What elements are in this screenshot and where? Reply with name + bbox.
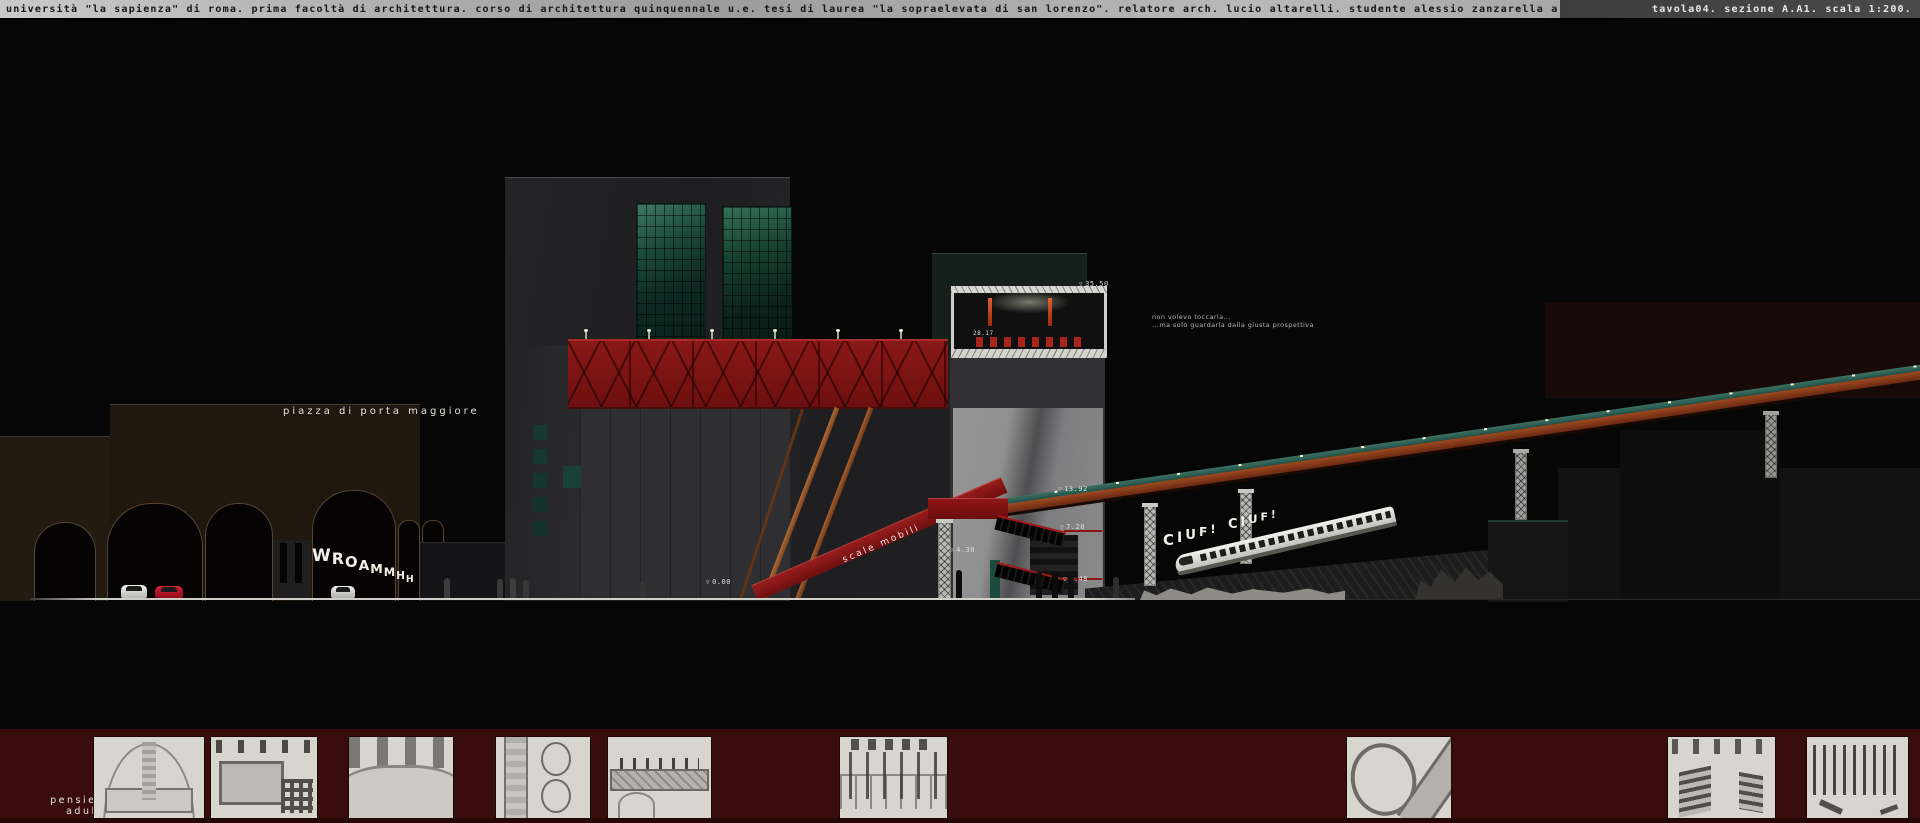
aedicule-slot xyxy=(295,543,302,583)
lamp-post xyxy=(585,331,587,339)
person-silhouette xyxy=(640,581,646,598)
level-triangle-icon: ▽ xyxy=(1079,281,1083,288)
window-green xyxy=(563,466,581,488)
person-silhouette xyxy=(1052,573,1058,598)
lamp-post xyxy=(774,331,776,339)
arch-opening xyxy=(34,522,96,601)
train-sound-text: CIUF! xyxy=(1228,517,1279,532)
person-silhouette xyxy=(1068,575,1074,598)
car xyxy=(155,586,183,598)
car xyxy=(331,586,355,598)
window-green xyxy=(533,449,547,464)
thumbnail-child-drawing-park-stairs xyxy=(1668,737,1775,818)
glass-curtain-wall xyxy=(636,203,706,347)
footer-strip: pensieri adulti xyxy=(0,729,1920,823)
seat xyxy=(976,337,983,347)
header-bar-title: università "la sapienza" di roma. prima … xyxy=(0,0,1560,20)
window-green xyxy=(533,473,547,488)
window-green xyxy=(533,521,547,536)
piazza-label: piazza di porta maggiore xyxy=(283,406,480,417)
tower-edge-highlight xyxy=(1102,500,1103,600)
aedicule-pillar xyxy=(273,540,311,600)
title-text: università "la sapienza" di roma. prima … xyxy=(6,4,1560,15)
person-silhouette xyxy=(956,570,962,598)
person-silhouette xyxy=(497,579,503,598)
window-green xyxy=(533,497,547,512)
person-silhouette xyxy=(1113,577,1119,598)
level-marker: ▽13.92 xyxy=(1058,485,1088,493)
ground-line xyxy=(30,598,1135,600)
thumbnail-child-drawing-classroom xyxy=(211,737,317,818)
arch-opening xyxy=(205,503,273,601)
thumbnail-child-drawing-arches xyxy=(349,737,453,818)
thumbnail-child-drawing-playground xyxy=(840,737,947,818)
belvedere-box: 28.17 xyxy=(951,286,1107,358)
level-triangle-icon: ▽ xyxy=(706,579,710,586)
ground-line-faint xyxy=(1345,599,1920,600)
seat xyxy=(1046,337,1053,347)
level-triangle-icon: ▽ xyxy=(1058,486,1062,493)
seat xyxy=(1004,337,1011,347)
far-buildings xyxy=(1620,430,1780,600)
red-walkway xyxy=(928,498,1008,519)
lamp-post xyxy=(837,331,839,339)
train-sound-text: CIUF! xyxy=(1163,531,1219,549)
person-silhouette xyxy=(1036,572,1042,598)
sheet-info-text: tavola04. sezione A.A1. scala 1:200. xyxy=(1652,4,1912,15)
level-marker: ▽1.48 xyxy=(1063,575,1088,583)
low-annex xyxy=(420,542,508,601)
level-triangle-icon: ▽ xyxy=(950,547,954,554)
window-green xyxy=(533,425,547,440)
viaduct-pier xyxy=(1144,506,1156,586)
lamp-post xyxy=(648,331,650,339)
glass-curtain-wall xyxy=(722,206,792,347)
level-marker: ▽0.00 xyxy=(706,578,731,586)
seat xyxy=(1018,337,1025,347)
thumbnail-child-drawing-court-plan xyxy=(496,737,590,818)
person-silhouette xyxy=(444,578,450,598)
seat xyxy=(1060,337,1067,347)
annotation-note: non volevo toccarla... ...ma solo guarda… xyxy=(1152,313,1314,329)
header-bar-sheet-info: tavola04. sezione A.A1. scala 1:200. xyxy=(1560,0,1920,20)
aedicule-slot xyxy=(280,543,287,583)
strut-red xyxy=(1048,298,1052,326)
level-marker: ▽4.30 xyxy=(950,546,975,554)
thumbnail-child-drawing-bridge xyxy=(608,737,711,818)
thumbnail-child-drawing-road-loops xyxy=(1347,737,1451,818)
level-marker: 28.17 xyxy=(973,330,994,337)
person-silhouette xyxy=(523,580,529,598)
level-triangle-icon: ▽ xyxy=(1060,524,1064,531)
thumbnail-child-drawing-theatre xyxy=(94,737,204,818)
seat xyxy=(1032,337,1039,347)
level-marker: ▽7.28 xyxy=(1060,523,1085,531)
level-marker: ▽35.50 xyxy=(1079,280,1109,288)
walkway-pier xyxy=(938,522,951,600)
red-gallery xyxy=(568,339,948,409)
presentation-board: università "la sapienza" di roma. prima … xyxy=(0,0,1920,823)
seat xyxy=(990,337,997,347)
seat xyxy=(1074,337,1081,347)
lamp-post xyxy=(711,331,713,339)
car-sound-text: WROAMMHH xyxy=(312,546,415,566)
thumbnail-child-drawing-crowd xyxy=(1807,737,1908,818)
viaduct-pier xyxy=(1765,414,1777,478)
person-silhouette xyxy=(510,578,516,598)
level-triangle-icon: ▽ xyxy=(1063,576,1067,583)
car xyxy=(121,585,147,598)
lamp-post xyxy=(900,331,902,339)
truss-bottom-chord xyxy=(951,349,1107,358)
viaduct-pier xyxy=(1515,452,1527,520)
strut-red xyxy=(988,298,992,326)
train-windshield xyxy=(1178,555,1193,566)
